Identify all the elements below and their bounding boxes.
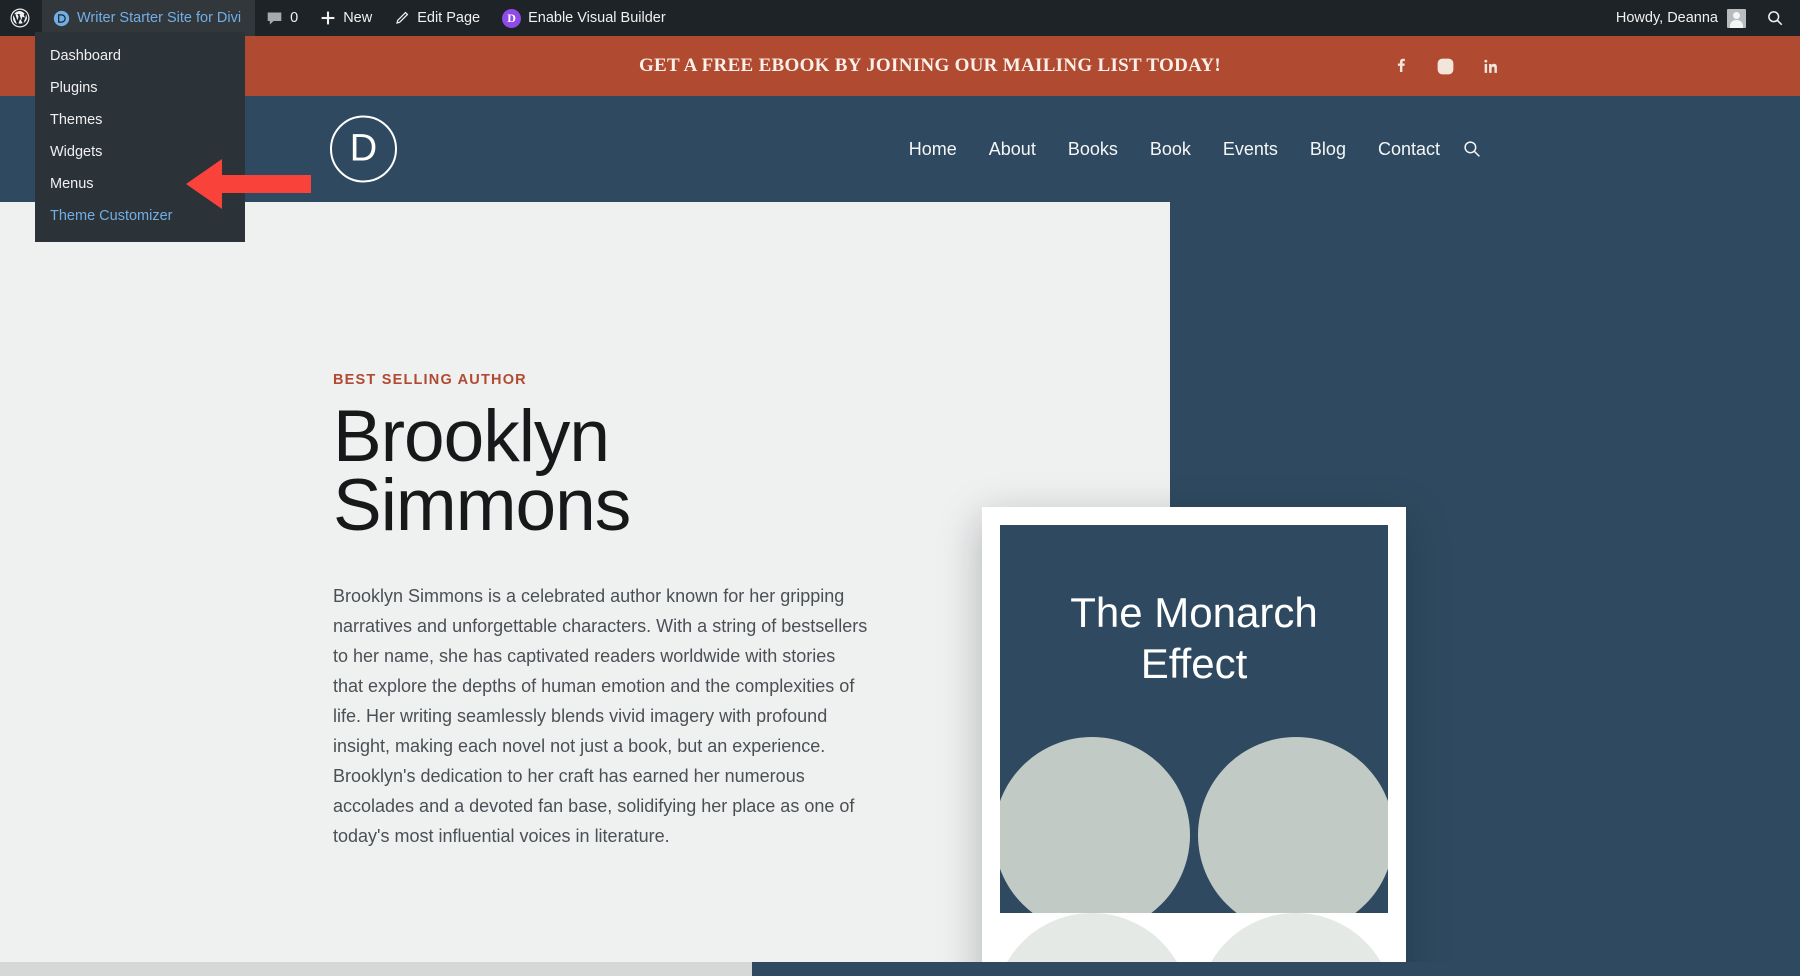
site-name-label: Writer Starter Site for Divi (77, 10, 242, 26)
linkedin-icon[interactable] (1481, 57, 1500, 76)
instagram-icon[interactable] (1436, 57, 1455, 76)
plus-icon (320, 10, 336, 26)
menu-item-plugins[interactable]: Plugins (35, 72, 245, 104)
social-links (1391, 57, 1500, 76)
hero-section: BEST SELLING AUTHOR Brooklyn Simmons Bro… (0, 202, 1800, 976)
edit-page-button[interactable]: Edit Page (383, 0, 491, 36)
left-arrow-annotation-icon (186, 158, 311, 215)
search-icon[interactable] (1462, 139, 1482, 159)
hero-text-block: BEST SELLING AUTHOR Brooklyn Simmons Bro… (333, 372, 878, 851)
promo-bar: GET A FREE EBOOK BY JOINING OUR MAILING … (0, 36, 1800, 96)
wordpress-admin-bar: Writer Starter Site for Divi 0 New Edit … (0, 0, 1800, 36)
search-icon (1766, 9, 1784, 27)
user-avatar-icon (1727, 8, 1746, 28)
book-title-line-1: The Monarch (1070, 589, 1318, 636)
page-bottom-strip (0, 962, 1800, 976)
nav-item-home[interactable]: Home (893, 139, 973, 160)
book-cover-card: The Monarch Effect B.B. Simmons (982, 507, 1406, 976)
enable-visual-builder-button[interactable]: D Enable Visual Builder (491, 0, 677, 36)
comment-bubble-icon (266, 10, 283, 27)
nav-item-events[interactable]: Events (1207, 139, 1294, 160)
site-name-menu[interactable]: Writer Starter Site for Divi (42, 0, 256, 36)
nav-item-book[interactable]: Book (1134, 139, 1207, 160)
comments-count: 0 (290, 10, 299, 26)
wordpress-logo-icon (10, 8, 30, 28)
divi-site-icon (53, 10, 70, 27)
howdy-account-menu[interactable]: Howdy, Deanna (1605, 0, 1756, 36)
howdy-label: Howdy, Deanna (1615, 10, 1718, 26)
screenshot-root: Writer Starter Site for Divi 0 New Edit … (0, 0, 1800, 976)
promo-text: GET A FREE EBOOK BY JOINING OUR MAILING … (638, 55, 1222, 76)
wordpress-logo-button[interactable] (0, 0, 42, 36)
primary-navigation: Home About Books Book Events Blog Contac… (893, 139, 1482, 160)
new-label: New (343, 10, 373, 26)
book-cover-panel: The Monarch Effect (1000, 525, 1388, 913)
page-bottom-strip-light (0, 962, 752, 976)
page-title: Brooklyn Simmons (333, 400, 878, 547)
visual-builder-label: Enable Visual Builder (528, 10, 666, 26)
adminbar-search-button[interactable] (1756, 0, 1800, 36)
butterfly-wing-top-left-icon (1000, 737, 1190, 913)
edit-page-label: Edit Page (417, 10, 481, 26)
hero-body-text: Brooklyn Simmons is a celebrated author … (333, 585, 868, 846)
menu-item-themes[interactable]: Themes (35, 104, 245, 136)
pencil-icon (394, 10, 410, 26)
nav-item-books[interactable]: Books (1052, 139, 1134, 160)
nav-item-about[interactable]: About (973, 139, 1052, 160)
book-title-line-2: Effect (1140, 640, 1248, 688)
divi-badge-icon: D (502, 8, 522, 28)
nav-item-contact[interactable]: Contact (1362, 139, 1456, 160)
menu-item-dashboard[interactable]: Dashboard (35, 40, 245, 72)
comments-button[interactable]: 0 (255, 0, 309, 36)
divi-circle-logo-icon[interactable]: D (330, 115, 397, 183)
logo-letter: D (349, 127, 378, 169)
facebook-icon[interactable] (1391, 57, 1410, 76)
new-content-button[interactable]: New (309, 0, 383, 36)
nav-item-blog[interactable]: Blog (1294, 139, 1362, 160)
book-title: The Monarch Effect (1000, 587, 1388, 689)
hero-title-line-2: Simmons (333, 465, 631, 547)
butterfly-wing-top-right-icon (1198, 737, 1388, 913)
hero-eyebrow: BEST SELLING AUTHOR (333, 372, 527, 388)
